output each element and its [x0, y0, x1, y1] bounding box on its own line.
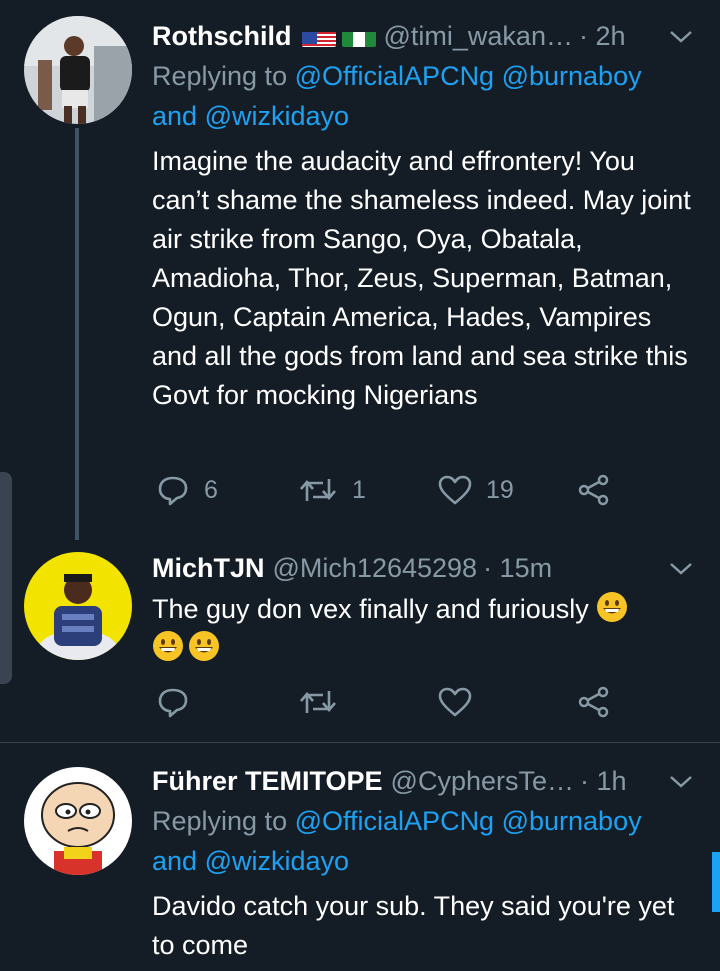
replying-to-label: Replying to: [152, 806, 288, 836]
reply-icon: [158, 688, 188, 718]
reply-icon: [158, 476, 188, 506]
share-icon: [578, 474, 609, 506]
username[interactable]: @timi_wakan…: [384, 16, 573, 56]
chevron-down-icon[interactable]: [668, 26, 694, 46]
grinning-emoji: [189, 631, 219, 661]
retweet-button[interactable]: 1: [298, 475, 438, 505]
retweet-icon: [300, 479, 336, 501]
replying-to-label: Replying to: [152, 61, 288, 91]
heart-icon: [438, 687, 472, 717]
avatar-fuhrer-temitope[interactable]: [24, 767, 132, 875]
share-icon: [578, 686, 609, 718]
share-button[interactable]: [578, 474, 610, 506]
mention-link[interactable]: @wizkidayo: [205, 846, 349, 876]
scrollbar-thumb[interactable]: [712, 852, 720, 912]
mention-link[interactable]: @burnaboy: [502, 61, 642, 91]
tweet-michtjn[interactable]: MichTJN @Mich12645298 · 15m The guy don …: [0, 540, 720, 742]
avatar-michtjn[interactable]: [24, 552, 132, 660]
mention-link[interactable]: @OfficialAPCNg: [295, 806, 494, 836]
reply-count: 6: [204, 475, 218, 504]
like-count: 19: [486, 475, 514, 504]
tweet-header: Führer TEMITOPE @CyphersTe… · 1h: [152, 761, 694, 801]
mention-link[interactable]: @wizkidayo: [205, 101, 349, 131]
and-label: and: [152, 101, 198, 131]
tweet-text: Imagine the audacity and effrontery! You…: [152, 146, 691, 410]
like-button[interactable]: 19: [438, 475, 578, 505]
display-name[interactable]: MichTJN: [152, 548, 265, 588]
grinning-emoji: [153, 631, 183, 661]
avatar-rothschild[interactable]: [24, 16, 132, 124]
tweet-rothschild[interactable]: Rothschild @timi_wakan… · 2h Replying to…: [0, 0, 720, 540]
share-button[interactable]: [578, 686, 610, 718]
mention-link[interactable]: @OfficialAPCNg: [295, 61, 494, 91]
tweet-fuhrer-temitope[interactable]: Führer TEMITOPE @CyphersTe… · 1h Replyin…: [0, 743, 720, 971]
replying-to: Replying to @OfficialAPCNg @burnaboy and…: [152, 56, 694, 136]
retweet-icon: [300, 691, 336, 713]
chevron-down-icon[interactable]: [668, 558, 694, 578]
tweet-actions: [156, 682, 616, 722]
timestamp: · 2h: [578, 21, 626, 51]
and-label: and: [152, 846, 198, 876]
chevron-down-icon[interactable]: [668, 771, 694, 791]
tweet-text-content: The guy don vex finally and furiously: [152, 594, 589, 624]
display-name[interactable]: Führer TEMITOPE: [152, 761, 383, 801]
grinning-emoji: [597, 592, 628, 622]
nigeria-flag-icon: [341, 25, 376, 47]
timestamp: · 1h: [580, 766, 627, 796]
tweet-text: The guy don vex finally and furiously: [152, 590, 694, 668]
display-name[interactable]: Rothschild: [152, 16, 292, 56]
like-button[interactable]: [438, 687, 578, 717]
reply-button[interactable]: [156, 686, 298, 718]
retweet-count: 1: [352, 475, 366, 504]
timestamp: · 15m: [483, 553, 553, 583]
username[interactable]: @CyphersTe…: [391, 761, 574, 801]
reply-button[interactable]: 6: [156, 474, 298, 506]
tweet-actions: 6 1 19: [156, 470, 616, 510]
tweet-header: Rothschild @timi_wakan… · 2h: [152, 16, 694, 56]
heart-icon: [438, 475, 472, 505]
thread-connector-line: [75, 128, 79, 540]
username[interactable]: @Mich12645298: [273, 548, 478, 588]
retweet-button[interactable]: [298, 687, 438, 717]
us-flag-icon: [301, 25, 336, 47]
mention-link[interactable]: @burnaboy: [502, 806, 642, 836]
replying-to: Replying to @OfficialAPCNg @burnaboy and…: [152, 801, 694, 881]
tweet-text: Davido catch your sub. They said you're …: [152, 891, 675, 960]
tweet-header: MichTJN @Mich12645298 · 15m: [152, 548, 694, 588]
